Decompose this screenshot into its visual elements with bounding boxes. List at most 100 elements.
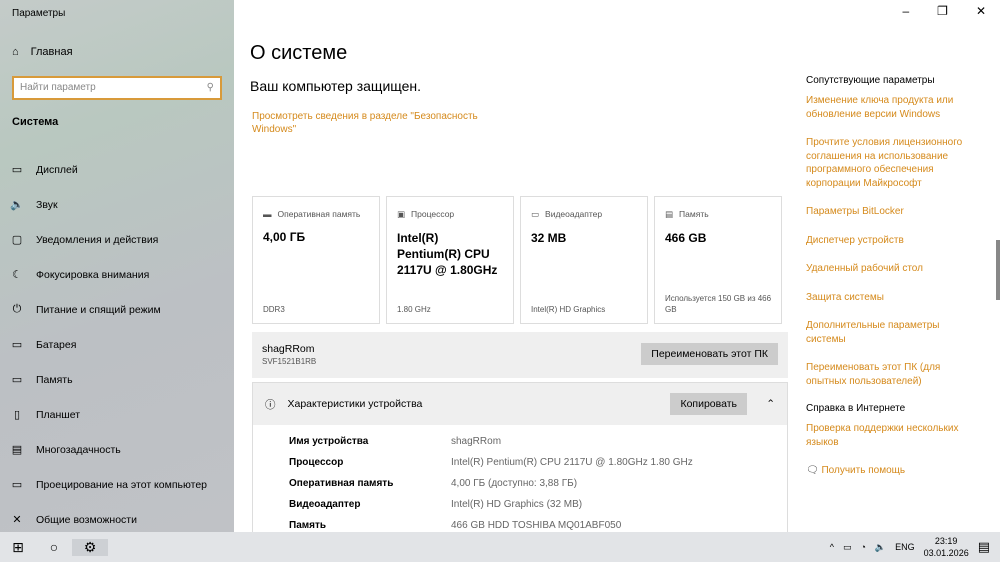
sidebar-item[interactable]: ▭ Память: [10, 362, 207, 397]
spec-key: Память: [289, 520, 327, 531]
card-value: 466 GB: [665, 231, 707, 245]
main-content: – ❐ ✕ О системе Ваш компьютер защищен. Про…: [234, 0, 1000, 532]
specs-title: Характеристики устройства: [287, 398, 423, 410]
sidebar-item-icon: ▯: [13, 409, 21, 421]
card-sub: DDR3: [263, 305, 285, 314]
help-link[interactable]: Проверка поддержки нескольких языков: [806, 422, 976, 449]
sidebar-item-label: Проецирование на этот компьютер: [36, 478, 207, 491]
home-icon: ⌂: [12, 46, 19, 58]
spec-key: Видеоадаптер: [289, 499, 361, 510]
date: 03.01.2026: [923, 548, 969, 558]
settings-gear-icon[interactable]: ⚙: [72, 538, 108, 556]
sidebar-item-icon: ▤: [11, 444, 23, 456]
sidebar-item[interactable]: ▢ Уведомления и действия: [10, 222, 207, 257]
sidebar-item-label: Дисплей: [36, 163, 78, 176]
close-button[interactable]: ✕: [976, 4, 986, 18]
search-icon: ⚲: [206, 82, 214, 93]
sidebar-item-icon: 🔈: [10, 199, 24, 211]
spec-key: Оперативная память: [289, 478, 394, 489]
battery-icon[interactable]: ▭: [843, 542, 852, 553]
sidebar-item-icon: ▭: [11, 479, 23, 491]
chevron-up-icon[interactable]: ⌃: [766, 398, 775, 410]
spec-row: Оперативная память 4,00 ГБ (доступно: 3,8…: [253, 473, 787, 494]
spec-value: 4,00 ГБ (доступно: 3,88 ГБ): [451, 478, 578, 489]
sidebar: Параметры ⌂ Главная Найти параметр ⚲ Систе…: [0, 0, 234, 532]
sidebar-item-icon: ▢: [11, 234, 23, 246]
related-link[interactable]: Диспетчер устройств: [806, 234, 976, 248]
copy-button[interactable]: Копировать: [670, 393, 747, 415]
help-icon: 🗨: [806, 465, 822, 476]
security-link[interactable]: Просмотреть сведения в разделе "Безопасн…: [252, 110, 492, 136]
card-label: Память: [679, 209, 709, 219]
protection-status: Ваш компьютер защищен.: [250, 78, 422, 94]
restore-button[interactable]: ❐: [937, 4, 948, 18]
card-sub: Используется 150 GB из 466 GB: [665, 294, 772, 314]
sidebar-item-label: Батарея: [36, 338, 77, 351]
sidebar-item[interactable]: ▭ Проецирование на этот компьютер: [10, 467, 207, 502]
card-value: 4,00 ГБ: [263, 230, 306, 244]
related-link[interactable]: Прочтите условия лицензионного соглашени…: [806, 136, 976, 190]
spec-key: Имя устройства: [289, 436, 369, 447]
search-placeholder: Найти параметр: [20, 82, 96, 93]
help-heading: Справка в Интернете: [806, 403, 906, 414]
search-input[interactable]: Найти параметр ⚲: [12, 76, 222, 100]
sidebar-item[interactable]: ▤ Многозадачность: [10, 432, 207, 467]
windows-start-icon[interactable]: ⊞: [0, 539, 36, 556]
card-label: Процессор: [411, 209, 455, 219]
pc-name-panel: shagRRom SVF1521B1RB Переименовать этот …: [252, 332, 788, 378]
sidebar-item-icon: ⏻: [12, 303, 22, 315]
related-link[interactable]: Удаленный рабочий стол: [806, 262, 976, 276]
spec-card: ▭ Видеоадаптер 32 MB Intel(R) HD Graphics: [520, 196, 648, 324]
wifi-icon[interactable]: ◔: [860, 542, 865, 552]
get-help-label: Получить помощь: [821, 465, 906, 476]
card-value: Intel(R) Pentium(R) CPU 2117U @ 1.80GHz: [397, 231, 498, 277]
related-link[interactable]: Защита системы: [806, 291, 976, 305]
sidebar-item[interactable]: ☾ Фокусировка внимания: [10, 257, 207, 292]
sidebar-item[interactable]: ⏻ Питание и спящий режим: [10, 292, 207, 327]
sidebar-item-label: Уведомления и действия: [36, 233, 159, 246]
card-icon: ▤: [665, 209, 674, 219]
sidebar-item[interactable]: ▯ Планшет: [10, 397, 207, 432]
rename-pc-button[interactable]: Переименовать этот ПК: [641, 343, 778, 365]
related-link[interactable]: Дополнительные параметры системы: [806, 319, 976, 346]
chevron-up-tray-icon[interactable]: ^: [830, 542, 834, 552]
related-heading: Сопутствующие параметры: [806, 75, 935, 86]
sidebar-item[interactable]: 🔈 Звук: [10, 187, 207, 222]
home-label: Главная: [30, 46, 73, 58]
volume-icon[interactable]: 🔈: [875, 542, 886, 553]
sidebar-home[interactable]: ⌂ Главная: [12, 46, 73, 58]
spec-card: ▣ Процессор Intel(R) Pentium(R) CPU 2117U …: [386, 196, 514, 324]
sidebar-item-icon: ▭: [11, 339, 23, 351]
time: 23:19: [934, 536, 958, 546]
clock[interactable]: 23:19 03.01.2026: [924, 535, 969, 559]
search-taskbar-icon[interactable]: ○: [36, 539, 72, 555]
card-sub: 1.80 GHz: [397, 305, 431, 314]
spec-value: Intel(R) HD Graphics (32 MB): [451, 499, 583, 510]
related-link[interactable]: Изменение ключа продукта или обновление …: [806, 94, 976, 121]
spec-row: Имя устройства shagRRom: [253, 431, 787, 452]
spec-key: Процессор: [289, 457, 344, 468]
get-help-link[interactable]: 🗨 Получить помощь: [806, 464, 976, 478]
spec-value: Intel(R) Pentium(R) CPU 2117U @ 1.80GHz …: [451, 457, 693, 468]
sidebar-item-label: Память: [36, 373, 73, 386]
card-value: 32 MB: [531, 231, 567, 245]
sidebar-item-label: Общие возможности: [36, 513, 137, 526]
spec-card: ▬ Оперативная память 4,00 ГБ DDR3: [252, 196, 380, 324]
sidebar-item-label: Планшет: [36, 408, 81, 421]
minimize-button[interactable]: –: [902, 4, 909, 18]
window-title: Параметры: [12, 8, 66, 19]
card-sub: Intel(R) HD Graphics: [531, 305, 606, 314]
notifications-icon[interactable]: ▤: [978, 539, 990, 555]
sidebar-item[interactable]: ▭ Батарея: [10, 327, 207, 362]
info-icon: ⓘ: [265, 398, 276, 411]
spec-card: ▤ Память 466 GB Используется 150 GB из 466 …: [654, 196, 782, 324]
taskbar: ⊞ ○ ⚙ ^ ▭ ◔ 🔈 ENG 23:19 03.01.2026 ▤: [0, 532, 1000, 562]
related-link[interactable]: Параметры BitLocker: [806, 205, 976, 219]
language-indicator[interactable]: ENG: [895, 542, 915, 552]
scrollbar[interactable]: [996, 240, 1000, 300]
sidebar-item-label: Звук: [36, 198, 58, 211]
sidebar-item[interactable]: ▭ Дисплей: [10, 152, 207, 187]
spec-row: Процессор Intel(R) Pentium(R) CPU 2117U @…: [253, 452, 787, 473]
sidebar-item-icon: ▭: [11, 164, 23, 176]
related-link[interactable]: Переименовать этот ПК (для опытных польз…: [806, 361, 976, 388]
